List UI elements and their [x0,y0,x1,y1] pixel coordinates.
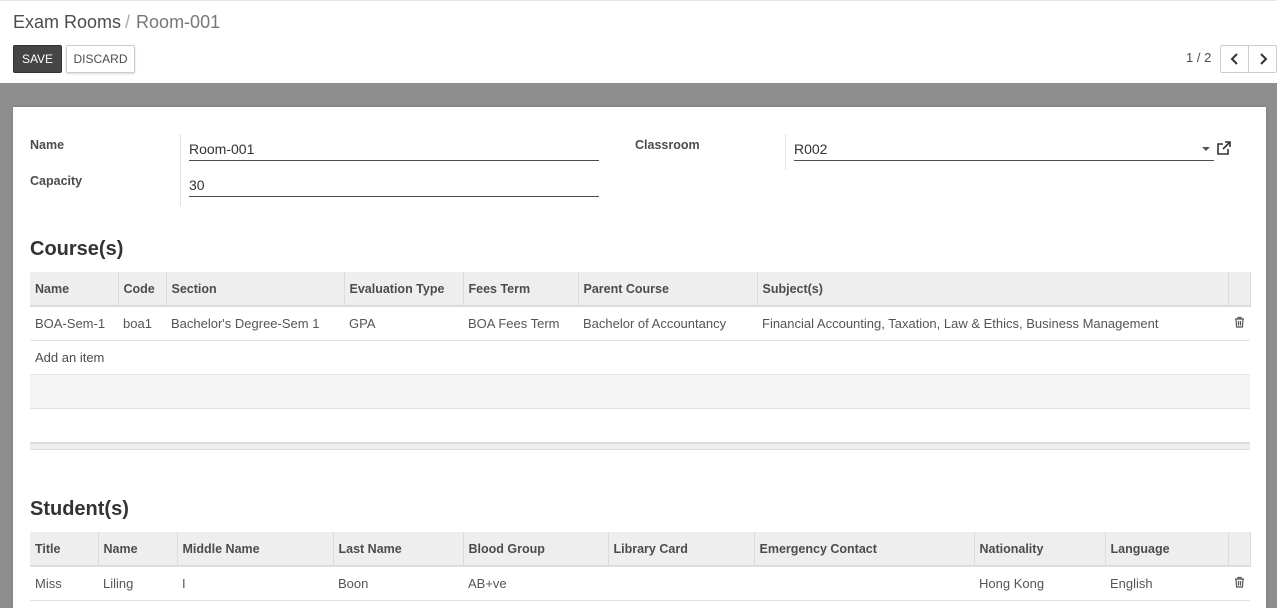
trash-icon[interactable] [1234,316,1245,328]
pager-next-button[interactable] [1248,45,1277,73]
column-header[interactable]: Blood Group [463,532,609,567]
column-header[interactable]: Subject(s) [757,272,1229,307]
classroom-label: Classroom [635,138,700,152]
courses-section-title: Course(s) [30,238,124,260]
courses-header-row: Name Code Section Evaluation Type Fees T… [30,272,1251,307]
control-panel: Exam Rooms / Room-001 SAVE DISCARD 1 / 2 [0,0,1277,83]
classroom-value: R002 [794,141,828,157]
add-item-link[interactable]: Add an item [35,350,104,365]
table-cell: Miss [30,566,98,601]
pager-value[interactable]: 1 / 2 [1186,50,1211,65]
capacity-input[interactable]: 30 [189,173,599,197]
save-button[interactable]: SAVE [13,45,62,73]
field-divider [180,134,181,206]
column-header[interactable]: Library Card [608,532,755,567]
add-item-row: Add an item [30,340,1250,375]
delete-row-cell [1228,566,1250,601]
name-input[interactable]: Room-001 [189,137,599,161]
column-header[interactable]: Name [98,532,178,567]
column-header[interactable]: Title [30,532,99,567]
table-cell: BOA Fees Term [463,306,578,341]
table-cell: Hong Kong [974,566,1105,601]
column-header-empty [1228,532,1251,567]
table-cell: BOA-Sem-1 [30,306,118,341]
breadcrumb: Exam Rooms / Room-001 [13,12,220,33]
column-header[interactable]: Emergency Contact [754,532,975,567]
table-cell: Bachelor of Accountancy [578,306,757,341]
table-cell: Liling [98,566,177,601]
table-cell: GPA [344,306,463,341]
column-header[interactable]: Section [166,272,345,307]
delete-row-cell [1228,306,1250,341]
external-link-icon[interactable] [1216,140,1232,156]
table-cell: Boon [333,566,463,601]
trash-icon[interactable] [1234,576,1245,588]
chevron-left-icon [1230,53,1238,65]
column-header-empty [1228,272,1251,307]
breadcrumb-current: Room-001 [136,12,221,32]
students-header-row: Title Name Middle Name Last Name Blood G… [30,532,1251,567]
breadcrumb-exam-rooms-link[interactable]: Exam Rooms [13,12,121,32]
table-cell [754,566,974,601]
chevron-right-icon [1259,53,1267,65]
dropdown-caret-icon [1202,147,1210,151]
column-header[interactable]: Evaluation Type [344,272,464,307]
table-row[interactable]: Miss Liling I Boon AB+ve Hong Kong Engli… [30,566,1250,601]
empty-row [30,408,1250,442]
courses-table-footer [30,442,1250,450]
field-divider [785,134,786,170]
column-header[interactable]: Nationality [974,532,1106,567]
table-cell: Financial Accounting, Taxation, Law & Et… [757,306,1228,341]
column-header[interactable]: Middle Name [177,532,334,567]
empty-row [30,374,1250,409]
column-header[interactable]: Code [118,272,167,307]
table-cell: boa1 [118,306,166,341]
students-table: Title Name Middle Name Last Name Blood G… [30,532,1251,601]
form-sheet: Name Capacity Room-001 30 Classroom R002… [13,107,1266,608]
table-cell: Bachelor's Degree-Sem 1 [166,306,344,341]
breadcrumb-separator: / [125,12,131,32]
classroom-select[interactable]: R002 [794,137,1214,161]
column-header[interactable]: Fees Term [463,272,579,307]
capacity-label: Capacity [30,174,83,188]
pager-previous-button[interactable] [1220,45,1249,73]
table-cell: AB+ve [463,566,608,601]
students-section-title: Student(s) [30,498,129,520]
column-header[interactable]: Name [30,272,119,307]
table-cell [608,566,754,601]
table-row[interactable]: BOA-Sem-1 boa1 Bachelor's Degree-Sem 1 G… [30,306,1250,341]
column-header[interactable]: Parent Course [578,272,758,307]
name-label: Name [30,138,65,152]
discard-button[interactable]: DISCARD [66,45,135,73]
courses-table: Name Code Section Evaluation Type Fees T… [30,272,1251,442]
table-cell: I [177,566,333,601]
column-header[interactable]: Last Name [333,532,464,567]
column-header[interactable]: Language [1105,532,1229,567]
table-cell: English [1105,566,1228,601]
